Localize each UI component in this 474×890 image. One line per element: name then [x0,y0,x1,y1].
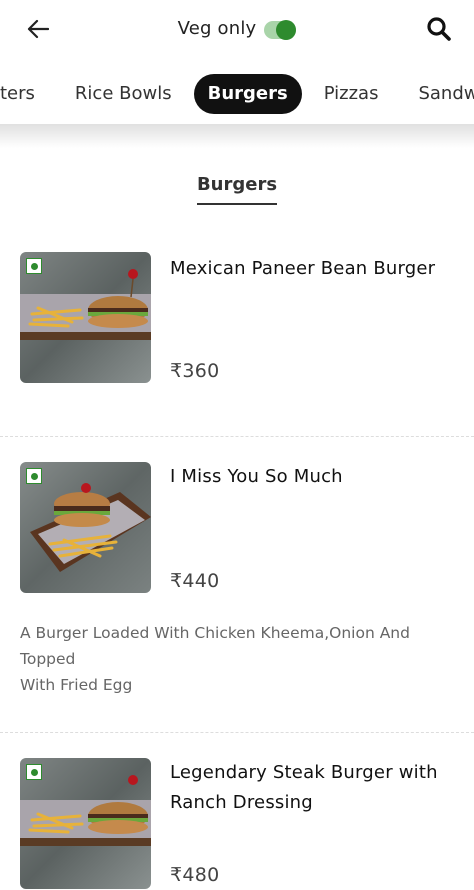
section-title: Burgers [196,174,278,205]
item-name: I Miss You So Much [170,466,343,487]
item-divider [0,732,474,733]
veg-only-toggle-group: Veg only [0,18,474,40]
tab-rice-bowls[interactable]: Rice Bowls [57,74,190,114]
item-name: Legendary Steak Burger with Ranch Dressi… [170,758,460,818]
item-divider [0,436,474,437]
item-name: Mexican Paneer Bean Burger [170,258,436,279]
veg-only-label: Veg only [177,18,257,39]
menu-item[interactable]: I Miss You So Much ₹440 A Burger Loaded … [0,462,474,732]
tab-starters[interactable]: ters [0,74,53,114]
item-description-line: Topped [20,650,76,668]
veg-indicator-icon [26,764,42,780]
item-image [20,758,151,889]
veg-indicator-icon [26,468,42,484]
section-header: Burgers [0,174,474,205]
item-price: ₹440 [170,570,220,592]
item-price: ₹480 [170,864,220,886]
top-bar: Veg only [0,0,474,62]
veg-only-switch[interactable] [264,19,297,40]
item-price: ₹360 [170,360,220,382]
item-image [20,252,151,383]
category-tabs: ters Rice Bowls Burgers Pizzas Sandwic [0,66,474,122]
item-description-line: A Burger Loaded With Chicken Kheema,Onio… [20,624,410,642]
tab-pizzas[interactable]: Pizzas [306,74,397,114]
header-shadow [0,124,474,148]
item-name-line: Legendary Steak Burger with [170,762,438,783]
tab-burgers[interactable]: Burgers [193,74,302,114]
item-description: A Burger Loaded With Chicken Kheema,Onio… [20,620,450,698]
search-icon [427,17,451,41]
menu-item[interactable]: Legendary Steak Burger with Ranch Dressi… [0,758,474,890]
menu-item[interactable]: Mexican Paneer Bean Burger ₹360 [0,252,474,436]
switch-knob [276,19,297,40]
search-button[interactable] [424,14,454,44]
item-description-line: With Fried Egg [20,676,133,694]
item-name-line: Ranch Dressing [170,792,313,813]
veg-indicator-icon [26,258,42,274]
tab-sandwiches[interactable]: Sandwic [400,74,474,114]
item-image [20,462,151,593]
